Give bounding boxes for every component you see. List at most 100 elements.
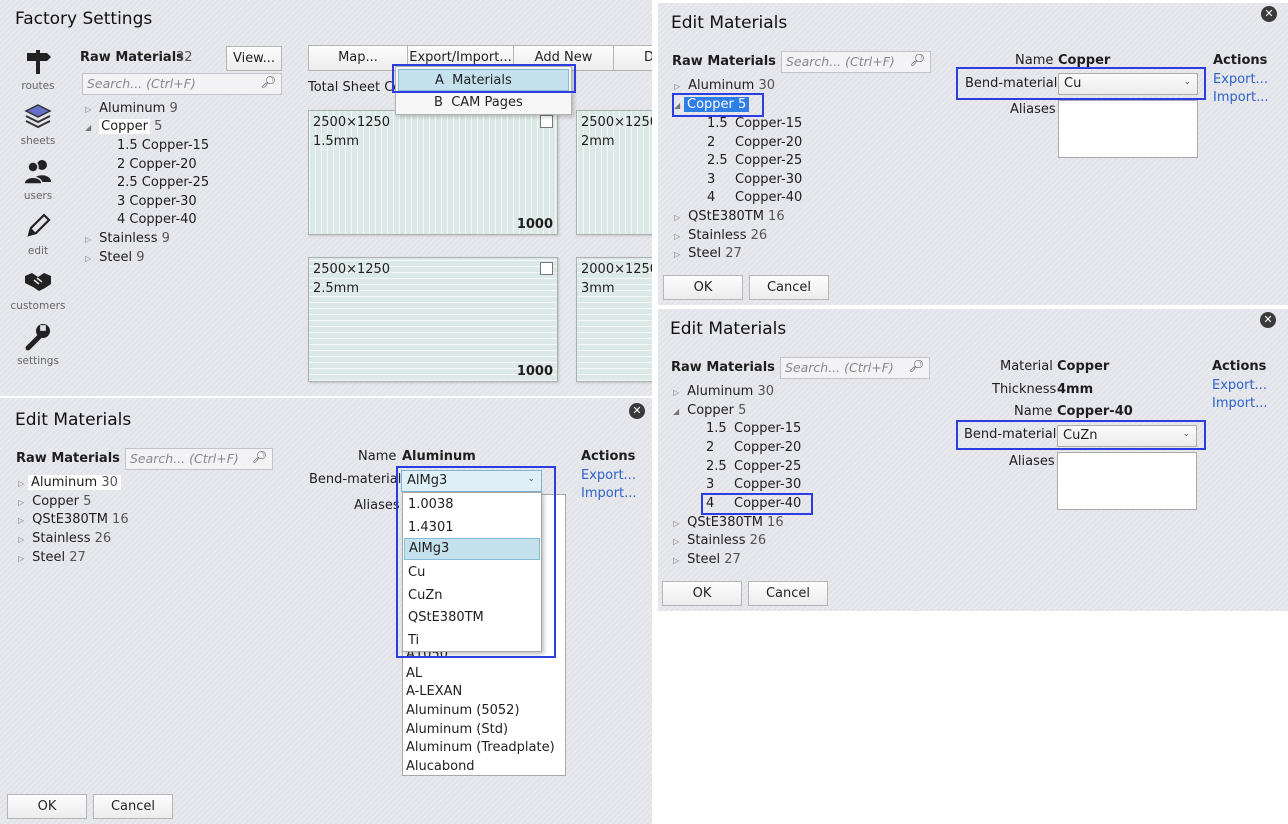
menu-item-materials[interactable]: A Materials bbox=[398, 69, 569, 91]
tree-child-item[interactable]: 2 Copper-20 bbox=[707, 135, 802, 150]
close-icon[interactable]: ✕ bbox=[1261, 6, 1277, 22]
sheet-card[interactable]: 2500×1250 2mm bbox=[576, 110, 652, 235]
dropdown-option[interactable]: QStE380TM bbox=[408, 610, 484, 625]
tree-item-count: 30 bbox=[757, 384, 774, 399]
ok-button[interactable]: OK bbox=[663, 275, 743, 300]
close-icon[interactable]: ✕ bbox=[1260, 312, 1276, 328]
search-placeholder: Search... (Ctrl+F) bbox=[87, 76, 196, 91]
sheet-quantity: 1000 bbox=[516, 364, 553, 379]
dropdown-option[interactable]: 1.4301 bbox=[408, 520, 454, 535]
tree-item-copper[interactable]: ◢ Copper 5 bbox=[673, 403, 746, 418]
sidebar-item-edit[interactable]: edit bbox=[8, 211, 68, 257]
tree-item-label: QStE380TM bbox=[687, 515, 763, 530]
sidebar-item-sheets[interactable]: sheets bbox=[8, 101, 68, 147]
cancel-button[interactable]: Cancel bbox=[749, 275, 829, 300]
sidebar-item-customers[interactable]: customers bbox=[8, 266, 68, 312]
tree-item-copper[interactable]: ◢ Copper 5 bbox=[674, 97, 750, 112]
alias-item[interactable]: Aluminum (5052) bbox=[406, 703, 520, 718]
tree-child-item-selected[interactable]: 4 Copper-40 bbox=[706, 496, 801, 511]
tree-child-item[interactable]: 2.5 Copper-25 bbox=[707, 153, 802, 168]
view-button[interactable]: View... bbox=[226, 46, 282, 71]
bend-material-select[interactable]: Cu ⌄ bbox=[1058, 73, 1198, 95]
ok-button[interactable]: OK bbox=[7, 794, 87, 819]
search-input[interactable]: Search... (Ctrl+F) 🔎︎ bbox=[780, 357, 930, 379]
dropdown-option[interactable]: 1.0038 bbox=[408, 497, 454, 512]
close-icon[interactable]: ✕ bbox=[629, 403, 645, 419]
export-link[interactable]: Export... bbox=[1212, 378, 1267, 393]
export-link[interactable]: Export... bbox=[581, 468, 636, 483]
tree-item-aluminum[interactable]: ▷ Aluminum 30 bbox=[673, 384, 774, 399]
tree-item-steel[interactable]: ▷ Steel 27 bbox=[674, 246, 742, 261]
sidebar-item-users[interactable]: users bbox=[8, 156, 68, 202]
search-input[interactable]: Search... (Ctrl+F) 🔎︎ bbox=[82, 73, 282, 95]
sheet-card[interactable]: 2500×1250 1.5mm 1000 bbox=[308, 110, 558, 235]
tree-item-qste380tm[interactable]: ▷ QStE380TM 16 bbox=[18, 512, 129, 527]
tree-item-copper[interactable]: ◢ Copper 5 bbox=[85, 119, 162, 134]
dropdown-option[interactable]: Ti bbox=[408, 633, 419, 648]
alias-item[interactable]: Alucabond bbox=[406, 759, 475, 774]
alias-item[interactable]: Aluminum (Std) bbox=[406, 722, 508, 737]
tree-item-aluminum[interactable]: ▷ Aluminum 9 bbox=[85, 101, 178, 116]
search-input[interactable]: Search... (Ctrl+F) 🔎︎ bbox=[125, 448, 273, 470]
cancel-button[interactable]: Cancel bbox=[93, 794, 173, 819]
dropdown-option-selected[interactable]: AlMg3 bbox=[404, 538, 540, 560]
menu-item-cam-pages[interactable]: B CAM Pages bbox=[398, 92, 569, 114]
tree-item-steel[interactable]: ▷ Steel 27 bbox=[673, 552, 741, 567]
tree-child-item[interactable]: 2 Copper-20 bbox=[706, 440, 801, 455]
export-link[interactable]: Export... bbox=[1213, 72, 1268, 87]
tree-child-item[interactable]: 3 Copper-30 bbox=[707, 172, 802, 187]
dropdown-option[interactable]: Cu bbox=[408, 565, 425, 580]
search-input[interactable]: Search... (Ctrl+F) 🔎︎ bbox=[781, 51, 931, 73]
tree-item-stainless[interactable]: ▷ Stainless 26 bbox=[673, 533, 766, 548]
tree-child-item[interactable]: 4 Copper-40 bbox=[707, 190, 802, 205]
bend-material-select[interactable]: AlMg3 ⌄ bbox=[401, 470, 542, 492]
tree-item-stainless[interactable]: ▷ Stainless 26 bbox=[674, 228, 767, 243]
tree-child-item[interactable]: 3 Copper-30 bbox=[117, 194, 197, 209]
tree-item-qste380tm[interactable]: ▷ QStE380TM 16 bbox=[674, 209, 785, 224]
aliases-list[interactable] bbox=[1058, 100, 1198, 158]
bend-material-label: Bend-material bbox=[965, 76, 1058, 91]
tree-item-stainless[interactable]: ▷ Stainless 9 bbox=[85, 231, 170, 246]
thickness-value: 4mm bbox=[1057, 382, 1094, 397]
tree-item-count: 26 bbox=[94, 531, 112, 546]
tree-item-aluminum[interactable]: ▷ Aluminum 30 bbox=[674, 78, 775, 93]
ok-button[interactable]: OK bbox=[662, 581, 742, 606]
tree-child-item[interactable]: 3 Copper-30 bbox=[706, 477, 801, 492]
tree-child-item[interactable]: 2.5 Copper-25 bbox=[117, 175, 209, 190]
alias-item[interactable]: A-LEXAN bbox=[406, 684, 462, 699]
aliases-list[interactable] bbox=[1057, 452, 1197, 510]
tree-item-steel[interactable]: ▷ Steel 27 bbox=[18, 550, 86, 565]
tree-child-item[interactable]: 2.5 Copper-25 bbox=[706, 459, 801, 474]
sheet-select-checkbox[interactable] bbox=[540, 115, 553, 128]
bend-material-select[interactable]: CuZn ⌄ bbox=[1057, 425, 1197, 447]
import-link[interactable]: Import... bbox=[581, 486, 637, 501]
tree-item-aluminum[interactable]: ▷ Aluminum 30 bbox=[18, 475, 121, 490]
tree-child-item[interactable]: 1.5 Copper-15 bbox=[706, 421, 801, 436]
alias-item[interactable]: AL bbox=[406, 666, 422, 681]
sheet-select-checkbox[interactable] bbox=[540, 262, 553, 275]
tree-item-steel[interactable]: ▷ Steel 9 bbox=[85, 250, 145, 265]
sheet-card[interactable]: 2000×1250 3mm bbox=[576, 257, 652, 382]
cancel-button[interactable]: Cancel bbox=[748, 581, 828, 606]
sheet-card[interactable]: 2500×1250 2.5mm 1000 bbox=[308, 257, 558, 382]
tree-item-stainless[interactable]: ▷ Stainless 26 bbox=[18, 531, 111, 546]
factory-settings-panel: Factory Settings routes sheets users edi… bbox=[0, 0, 652, 396]
tree-child-item[interactable]: 1.5 Copper-15 bbox=[707, 116, 802, 131]
tree-child-item[interactable]: 4 Copper-40 bbox=[117, 212, 197, 227]
tree-item-count: 26 bbox=[750, 228, 768, 243]
tree-child-item[interactable]: 2 Copper-20 bbox=[117, 157, 197, 172]
sidebar-item-settings[interactable]: settings bbox=[8, 321, 68, 367]
dropdown-option[interactable]: CuZn bbox=[408, 588, 442, 603]
tree-item-label: Stainless bbox=[32, 531, 91, 546]
alias-item[interactable]: Aluminum (Treadplate) bbox=[406, 740, 555, 755]
import-link[interactable]: Import... bbox=[1212, 396, 1268, 411]
tree-item-copper[interactable]: ▷ Copper 5 bbox=[18, 494, 91, 509]
d-button[interactable]: D bbox=[613, 45, 652, 71]
map-button[interactable]: Map... bbox=[308, 45, 408, 71]
import-link[interactable]: Import... bbox=[1213, 90, 1269, 105]
tree-item-qste380tm[interactable]: ▷ QStE380TM 16 bbox=[673, 515, 784, 530]
select-value: Cu bbox=[1064, 76, 1082, 91]
select-value: CuZn bbox=[1063, 428, 1098, 443]
tree-child-item[interactable]: 1.5 Copper-15 bbox=[117, 138, 209, 153]
sidebar-item-routes[interactable]: routes bbox=[8, 46, 68, 92]
